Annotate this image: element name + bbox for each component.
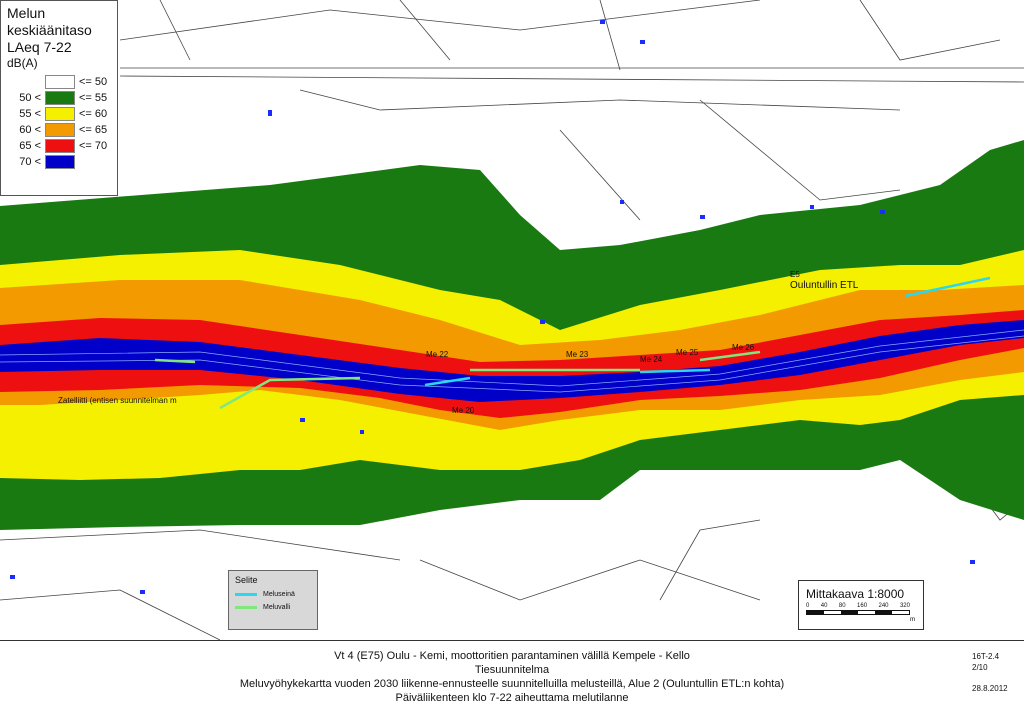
title-line-3: Meluvyöhykekartta vuoden 2030 liikenne-e… xyxy=(239,678,785,690)
symbol-legend: Selite Meluseinä Meluvalli xyxy=(228,570,318,630)
label-me24: Me 24 xyxy=(640,355,663,364)
selite-title: Selite xyxy=(235,575,258,585)
legend-swatch xyxy=(45,107,75,121)
legend-swatch xyxy=(45,123,75,137)
legend-swatch xyxy=(45,139,75,153)
legend-title-3: LAeq 7-22 xyxy=(7,39,72,55)
label-me26: Me 26 xyxy=(732,343,755,352)
legend-row: 65 < <= 70 xyxy=(19,139,108,153)
label-me22: Me 22 xyxy=(426,350,449,359)
drawing-info: 16T-2.4 2/10 28.8.2012 xyxy=(972,651,1008,694)
legend-swatch xyxy=(45,91,75,105)
scale-box: Mittakaava 1:8000 0 40 80 160 240 320 m xyxy=(798,580,924,630)
scale-unit: m xyxy=(910,617,915,623)
label-me25: Me 25 xyxy=(676,348,699,357)
title-block-text: Vt 4 (E75) Oulu - Kemi, moottoritien par… xyxy=(150,649,874,705)
title-block: Vt 4 (E75) Oulu - Kemi, moottoritien par… xyxy=(0,640,1024,709)
drawing-code: 16T-2.4 xyxy=(972,652,1000,661)
label-ouluntulli: Ouluntullin ETL xyxy=(790,280,859,291)
title-line-2: Tiesuunnitelma xyxy=(474,664,550,676)
legend-row: <= 50 xyxy=(7,74,111,90)
label-me23: Me 23 xyxy=(566,350,589,359)
legend-unit: dB(A) xyxy=(7,56,38,70)
legend-row: 50 < <= 55 xyxy=(19,91,108,105)
scale-title: Mittakaava 1:8000 xyxy=(806,587,905,601)
scale-ticks: 0 40 80 160 240 320 xyxy=(806,603,910,609)
selite-row-wall: Meluseinä xyxy=(235,591,311,598)
drawing-date: 28.8.2012 xyxy=(972,684,1008,693)
label-zatelliitti: Zatelliitti (entisen suunnitelman m xyxy=(58,396,177,405)
embankment-line-icon xyxy=(235,606,257,609)
label-me20: Me 20 xyxy=(452,406,475,415)
legend-row: 60 < <= 65 xyxy=(19,123,108,137)
legend-swatch xyxy=(45,155,75,169)
noise-map[interactable]: Me 22 Me 23 Me 24 Me 25 Me 26 Me 20 E5 O… xyxy=(0,0,1024,640)
title-line-4: Päiväliikenteen klo 7-22 aiheuttama melu… xyxy=(395,692,629,704)
label-e5: E5 xyxy=(790,270,800,279)
noise-zone-map-graphic xyxy=(0,0,1024,640)
selite-row-embankment: Meluvalli xyxy=(235,604,311,611)
title-line-1: Vt 4 (E75) Oulu - Kemi, moottoritien par… xyxy=(334,650,690,662)
legend-swatch xyxy=(45,75,75,89)
legend-title-1: Melun xyxy=(7,5,46,21)
sheet-number: 2/10 xyxy=(972,663,988,672)
legend-title-2: keskiäänitaso xyxy=(7,22,92,38)
wall-line-icon xyxy=(235,593,257,596)
scale-bar xyxy=(806,610,910,615)
noise-legend: Melun keskiäänitaso LAeq 7-22 dB(A) <= 5… xyxy=(0,0,118,196)
legend-row: 55 < <= 60 xyxy=(19,107,108,121)
legend-row: 70 < xyxy=(7,154,111,170)
